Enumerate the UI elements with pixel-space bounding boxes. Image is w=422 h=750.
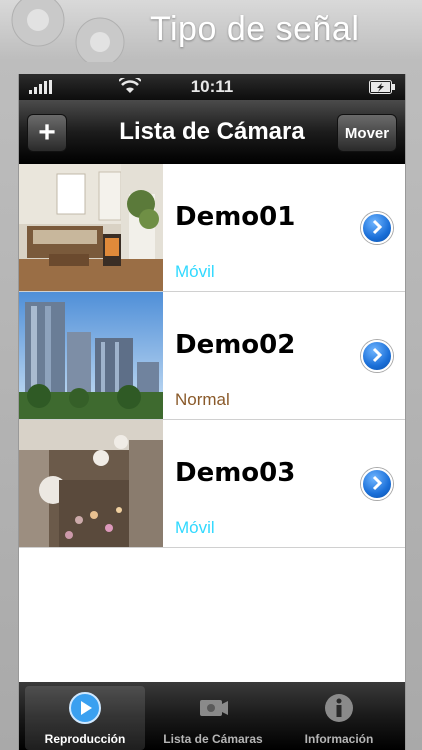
battery-charging-icon bbox=[369, 80, 395, 94]
app-banner: Tipo de señal bbox=[0, 0, 422, 62]
camera-thumbnail bbox=[19, 292, 163, 419]
cameras-icon bbox=[200, 700, 228, 716]
camera-name: Demo02 bbox=[175, 330, 296, 360]
camera-type: Normal bbox=[175, 390, 230, 409]
camera-list: Demo01 Móvil Demo02 Normal Demo03 Móvil bbox=[19, 164, 405, 548]
tab-bar: Reproducción Lista de Cámaras Informació… bbox=[19, 682, 405, 750]
camera-row[interactable]: Demo01 Móvil bbox=[19, 164, 405, 292]
camera-thumbnail bbox=[19, 420, 163, 547]
tab-label: Lista de Cámaras bbox=[163, 732, 263, 746]
info-icon bbox=[325, 694, 353, 722]
detail-disclosure-button[interactable] bbox=[361, 212, 393, 244]
detail-disclosure-button[interactable] bbox=[361, 468, 393, 500]
move-button[interactable]: Mover bbox=[337, 114, 397, 152]
tab-label: Reproducción bbox=[44, 732, 126, 746]
chevron-right-icon bbox=[372, 475, 383, 491]
camera-thumbnail bbox=[19, 164, 163, 291]
status-bar: 10:11 bbox=[19, 74, 405, 100]
camera-name: Demo01 bbox=[175, 202, 296, 232]
camera-type: Móvil bbox=[175, 518, 215, 537]
tab-playback[interactable]: Reproducción bbox=[25, 686, 145, 750]
banner-title: Tipo de señal bbox=[150, 10, 360, 48]
camera-type: Móvil bbox=[175, 262, 215, 281]
chevron-right-icon bbox=[372, 219, 383, 235]
tab-information[interactable]: Información bbox=[279, 686, 399, 750]
camera-name: Demo03 bbox=[175, 458, 296, 488]
navigation-bar: + Lista de Cámara Mover bbox=[19, 100, 405, 164]
phone-screen: 10:11 + Lista de Cámara Mover Demo01 Móv… bbox=[18, 74, 406, 750]
detail-disclosure-button[interactable] bbox=[361, 340, 393, 372]
tab-label: Información bbox=[304, 732, 374, 746]
camera-row[interactable]: Demo02 Normal bbox=[19, 292, 405, 420]
chevron-right-icon bbox=[372, 347, 383, 363]
tab-camera-list[interactable]: Lista de Cámaras bbox=[153, 686, 273, 750]
gears-icon bbox=[11, 0, 125, 62]
status-time: 10:11 bbox=[190, 77, 234, 96]
camera-row[interactable]: Demo03 Móvil bbox=[19, 420, 405, 548]
playback-icon bbox=[69, 692, 101, 724]
